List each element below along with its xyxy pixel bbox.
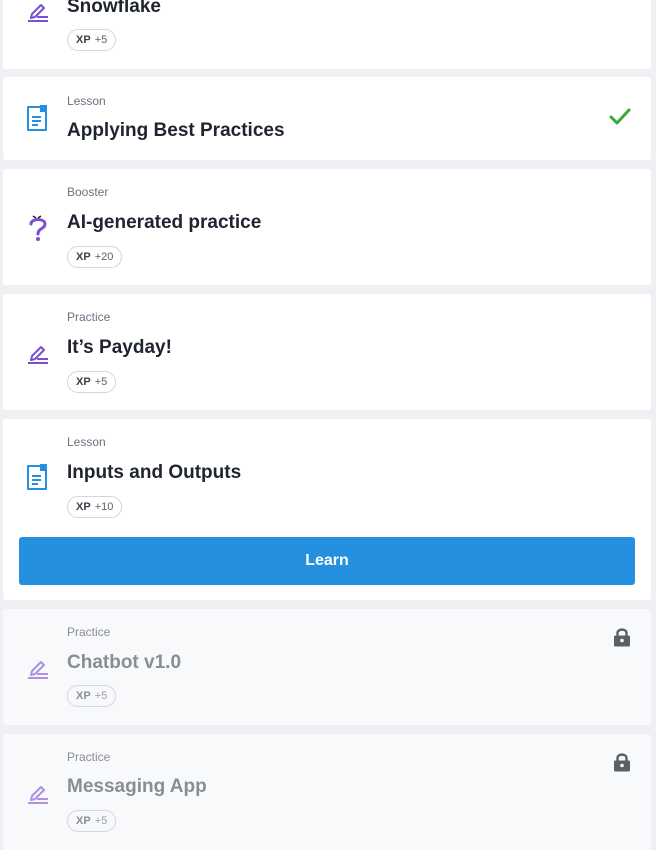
list-item-inputs-and-outputs: Lesson Inputs and Outputs XP +10 Learn — [3, 419, 651, 600]
question-mark-icon — [29, 215, 47, 241]
pencil-icon — [28, 4, 48, 22]
checkmark-icon — [609, 108, 631, 125]
xp-label: XP — [76, 690, 91, 702]
xp-badge: XP +10 — [67, 496, 123, 518]
list-item-chatbot-v1[interactable]: Practice Chatbot v1.0 XP +5 — [3, 609, 651, 725]
list-item-snowflake[interactable]: Snowflake XP +5 — [3, 0, 651, 69]
document-icon — [27, 464, 47, 490]
item-title: AI-generated practice — [67, 212, 262, 233]
lock-icon — [614, 753, 630, 772]
xp-value: +10 — [94, 501, 114, 513]
list-item-applying-best-practices[interactable]: Lesson Applying Best Practices — [3, 77, 651, 160]
item-type-label: Lesson — [67, 94, 106, 108]
item-title: Inputs and Outputs — [67, 462, 242, 483]
xp-badge: XP +5 — [67, 685, 117, 707]
xp-label: XP — [76, 34, 91, 46]
item-title: Chatbot v1.0 — [67, 652, 182, 673]
item-title: It’s Payday! — [67, 337, 172, 358]
document-icon — [27, 105, 47, 131]
list-item-messaging-app[interactable]: Practice Messaging App XP +5 — [3, 734, 651, 850]
lock-icon — [614, 628, 630, 647]
xp-label: XP — [76, 815, 91, 827]
item-type-label: Practice — [67, 750, 111, 764]
item-title: Snowflake — [67, 0, 161, 17]
item-title: Applying Best Practices — [67, 120, 285, 141]
item-type-label: Practice — [67, 625, 111, 639]
learn-button[interactable]: Learn — [19, 537, 635, 585]
pencil-icon — [28, 786, 48, 804]
xp-value: +20 — [94, 251, 114, 263]
item-type-label: Practice — [67, 310, 111, 324]
pencil-icon — [28, 661, 48, 679]
xp-label: XP — [76, 376, 91, 388]
xp-badge: XP +20 — [67, 246, 123, 268]
xp-badge: XP +5 — [67, 371, 117, 393]
item-title: Messaging App — [67, 776, 207, 797]
xp-value: +5 — [94, 815, 108, 827]
pencil-icon — [28, 346, 48, 364]
xp-value: +5 — [94, 376, 108, 388]
xp-value: +5 — [94, 34, 108, 46]
list-item-ai-generated-practice[interactable]: Booster AI-generated practice XP +20 — [3, 169, 651, 285]
item-type-label: Booster — [67, 185, 109, 199]
xp-value: +5 — [94, 690, 108, 702]
list-item-its-payday[interactable]: Practice It’s Payday! XP +5 — [3, 294, 651, 410]
xp-badge: XP +5 — [67, 29, 117, 51]
xp-label: XP — [76, 251, 91, 263]
xp-label: XP — [76, 501, 91, 513]
item-type-label: Lesson — [67, 435, 106, 449]
xp-badge: XP +5 — [67, 810, 117, 832]
